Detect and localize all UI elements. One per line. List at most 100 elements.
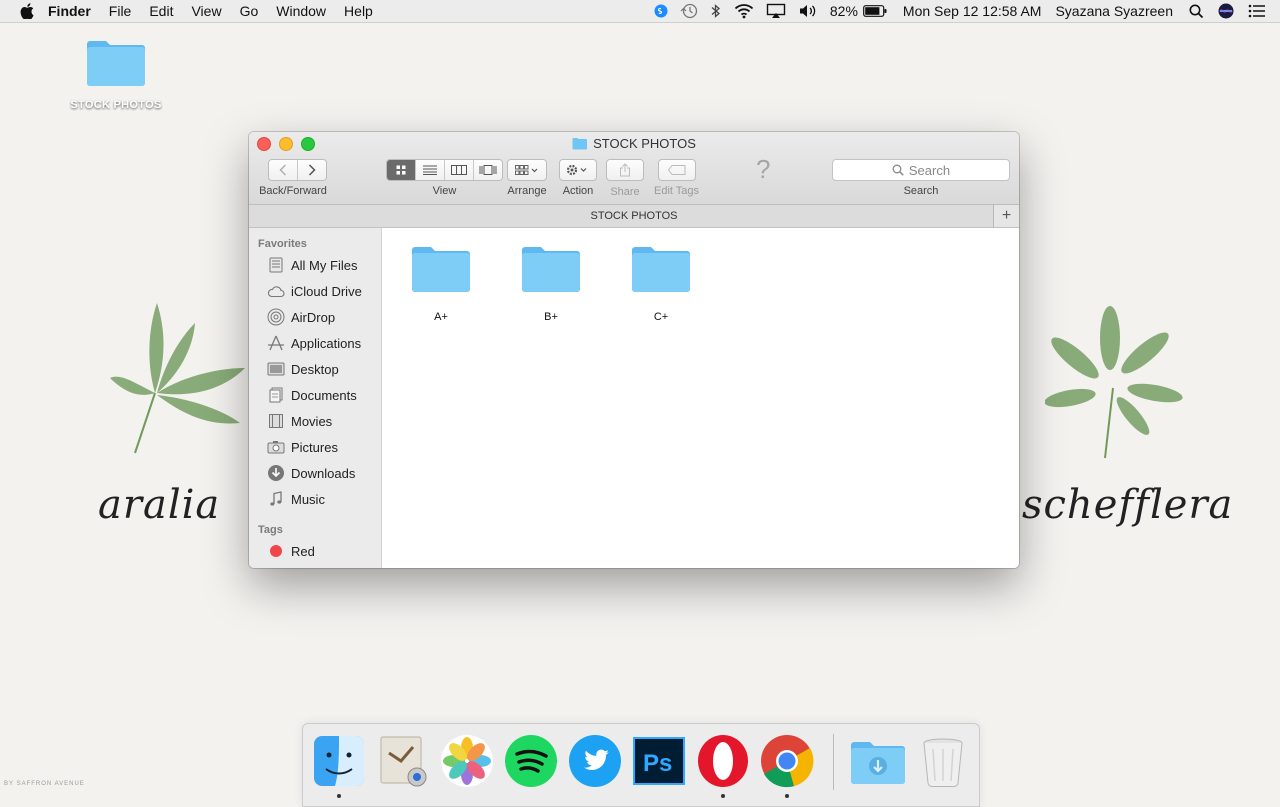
dock-trash-icon[interactable] (915, 733, 971, 789)
sidebar-item-airdrop[interactable]: AirDrop (249, 304, 381, 330)
dock-finder-icon[interactable] (311, 733, 367, 789)
volume-icon[interactable] (798, 3, 818, 19)
dock-separator (833, 734, 834, 790)
menu-edit[interactable]: Edit (149, 3, 173, 19)
wallpaper-credit: BY SAFFRON AVENUE (4, 781, 85, 787)
share-button[interactable] (606, 159, 644, 181)
dock-photoshop-icon[interactable]: Ps (631, 733, 687, 789)
action-caption: Action (562, 185, 594, 197)
music-icon (267, 490, 285, 508)
apple-icon[interactable] (20, 3, 34, 19)
battery-icon[interactable] (863, 5, 887, 17)
sidebar-item-desktop[interactable]: Desktop (249, 356, 381, 382)
chrome-running-indicator (785, 794, 789, 798)
sidebar-item-pictures[interactable]: Pictures (249, 434, 381, 460)
bluetooth-icon[interactable] (710, 3, 722, 19)
desktop-icon (267, 360, 285, 378)
folder-item-a-plus[interactable]: A+ (401, 242, 481, 323)
edit-tags-group: Edit Tags (654, 159, 699, 197)
folder-item-b-plus[interactable]: B+ (511, 242, 591, 323)
folder-icon (632, 247, 690, 292)
schefflera-script-text: schefflera (1022, 482, 1234, 528)
battery-percent: 82% (829, 3, 858, 19)
sidebar-tag-red[interactable]: Red (249, 538, 381, 564)
sidebar-item-label: Documents (291, 387, 357, 403)
list-view-button[interactable] (416, 160, 445, 180)
sidebar-item-all-my-files[interactable]: All My Files (249, 252, 381, 278)
icon-view-button[interactable] (387, 160, 416, 180)
red-tag-dot-icon (267, 542, 285, 560)
sidebar-item-applications[interactable]: Applications (249, 330, 381, 356)
menu-window[interactable]: Window (276, 3, 326, 19)
forward-button[interactable] (297, 160, 326, 180)
menu-app-finder[interactable]: Finder (48, 3, 91, 19)
folder-icon (412, 247, 470, 292)
dock-mail-icon[interactable] (375, 733, 431, 789)
menu-go[interactable]: Go (240, 3, 259, 19)
share-group: Share (606, 159, 644, 198)
folder-item-c-plus[interactable]: C+ (621, 242, 701, 323)
sidebar-tag-label: Red (291, 543, 315, 559)
search-caption: Search (903, 185, 939, 197)
back-button[interactable] (268, 160, 298, 180)
view-caption: View (432, 185, 457, 197)
applications-icon (267, 334, 285, 352)
sidebar-item-icloud-drive[interactable]: iCloud Drive (249, 278, 381, 304)
search-icon (892, 164, 904, 176)
desktop-folder-stock-photos[interactable]: STOCK PHOTOS (64, 36, 168, 111)
sidebar-item-label: AirDrop (291, 309, 336, 325)
dock-spotify-icon[interactable] (503, 733, 559, 789)
airplay-icon[interactable] (766, 3, 786, 19)
edit-tags-button[interactable] (657, 159, 696, 181)
sidebar-item-music[interactable]: Music (249, 486, 381, 512)
finder-toolbar: STOCK PHOTOS Back/Forward View Arrange A… (249, 132, 1019, 205)
action-button[interactable] (559, 159, 597, 181)
dock-downloads-folder-icon[interactable] (849, 733, 905, 789)
notification-center-icon[interactable] (1248, 4, 1266, 18)
dock-twitter-icon[interactable] (567, 733, 623, 789)
path-bar: STOCK PHOTOS + (249, 205, 1019, 228)
dock-photos-icon[interactable] (439, 733, 495, 789)
menu-help[interactable]: Help (344, 3, 373, 19)
edit-tags-caption: Edit Tags (654, 185, 700, 197)
add-tab-button[interactable]: + (993, 205, 1019, 227)
help-icon[interactable]: ? (756, 154, 770, 185)
columns-icon (451, 165, 467, 175)
dock-opera-icon[interactable] (695, 733, 751, 789)
desktop-folder-label: STOCK PHOTOS (70, 99, 162, 111)
wifi-icon[interactable] (734, 3, 754, 19)
shazam-icon[interactable] (654, 4, 668, 18)
action-group: Action (559, 159, 597, 197)
menu-file[interactable]: File (109, 3, 132, 19)
sidebar-item-downloads[interactable]: Downloads (249, 460, 381, 486)
folder-contents: A+ B+ C+ (382, 228, 1019, 568)
finder-window: STOCK PHOTOS Back/Forward View Arrange A… (249, 132, 1019, 568)
sidebar-item-movies[interactable]: Movies (249, 408, 381, 434)
search-group: Search Search (832, 159, 1010, 197)
dock: Ps (302, 723, 980, 807)
view-mode-control (386, 159, 503, 181)
sidebar-item-label: Downloads (291, 465, 356, 481)
search-field[interactable]: Search (832, 159, 1010, 181)
siri-icon[interactable] (1218, 3, 1234, 19)
favorites-header: Favorites (258, 238, 307, 250)
dock-chrome-icon[interactable] (759, 733, 815, 789)
cover-flow-button[interactable] (474, 160, 502, 180)
folder-icon (87, 41, 145, 86)
window-title-text: STOCK PHOTOS (593, 136, 696, 151)
spotlight-search-icon[interactable] (1189, 4, 1204, 19)
time-machine-icon[interactable] (680, 3, 698, 19)
arrange-button[interactable] (507, 159, 547, 181)
menu-view[interactable]: View (191, 3, 221, 19)
clock[interactable]: Mon Sep 12 12:58 AM (903, 3, 1042, 19)
column-view-button[interactable] (445, 160, 474, 180)
back-forward-caption: Back/Forward (259, 185, 327, 197)
path-bar-title: STOCK PHOTOS (590, 210, 678, 222)
user-name[interactable]: Syazana Syazreen (1055, 3, 1173, 19)
sidebar-item-documents[interactable]: Documents (249, 382, 381, 408)
tag-icon (667, 165, 686, 175)
schefflera-leaf-illustration (1045, 306, 1183, 459)
menu-bar: Finder File Edit View Go Window Help 82%… (0, 0, 1280, 23)
back-forward-group: Back/Forward (257, 159, 329, 197)
gear-icon (566, 164, 587, 176)
